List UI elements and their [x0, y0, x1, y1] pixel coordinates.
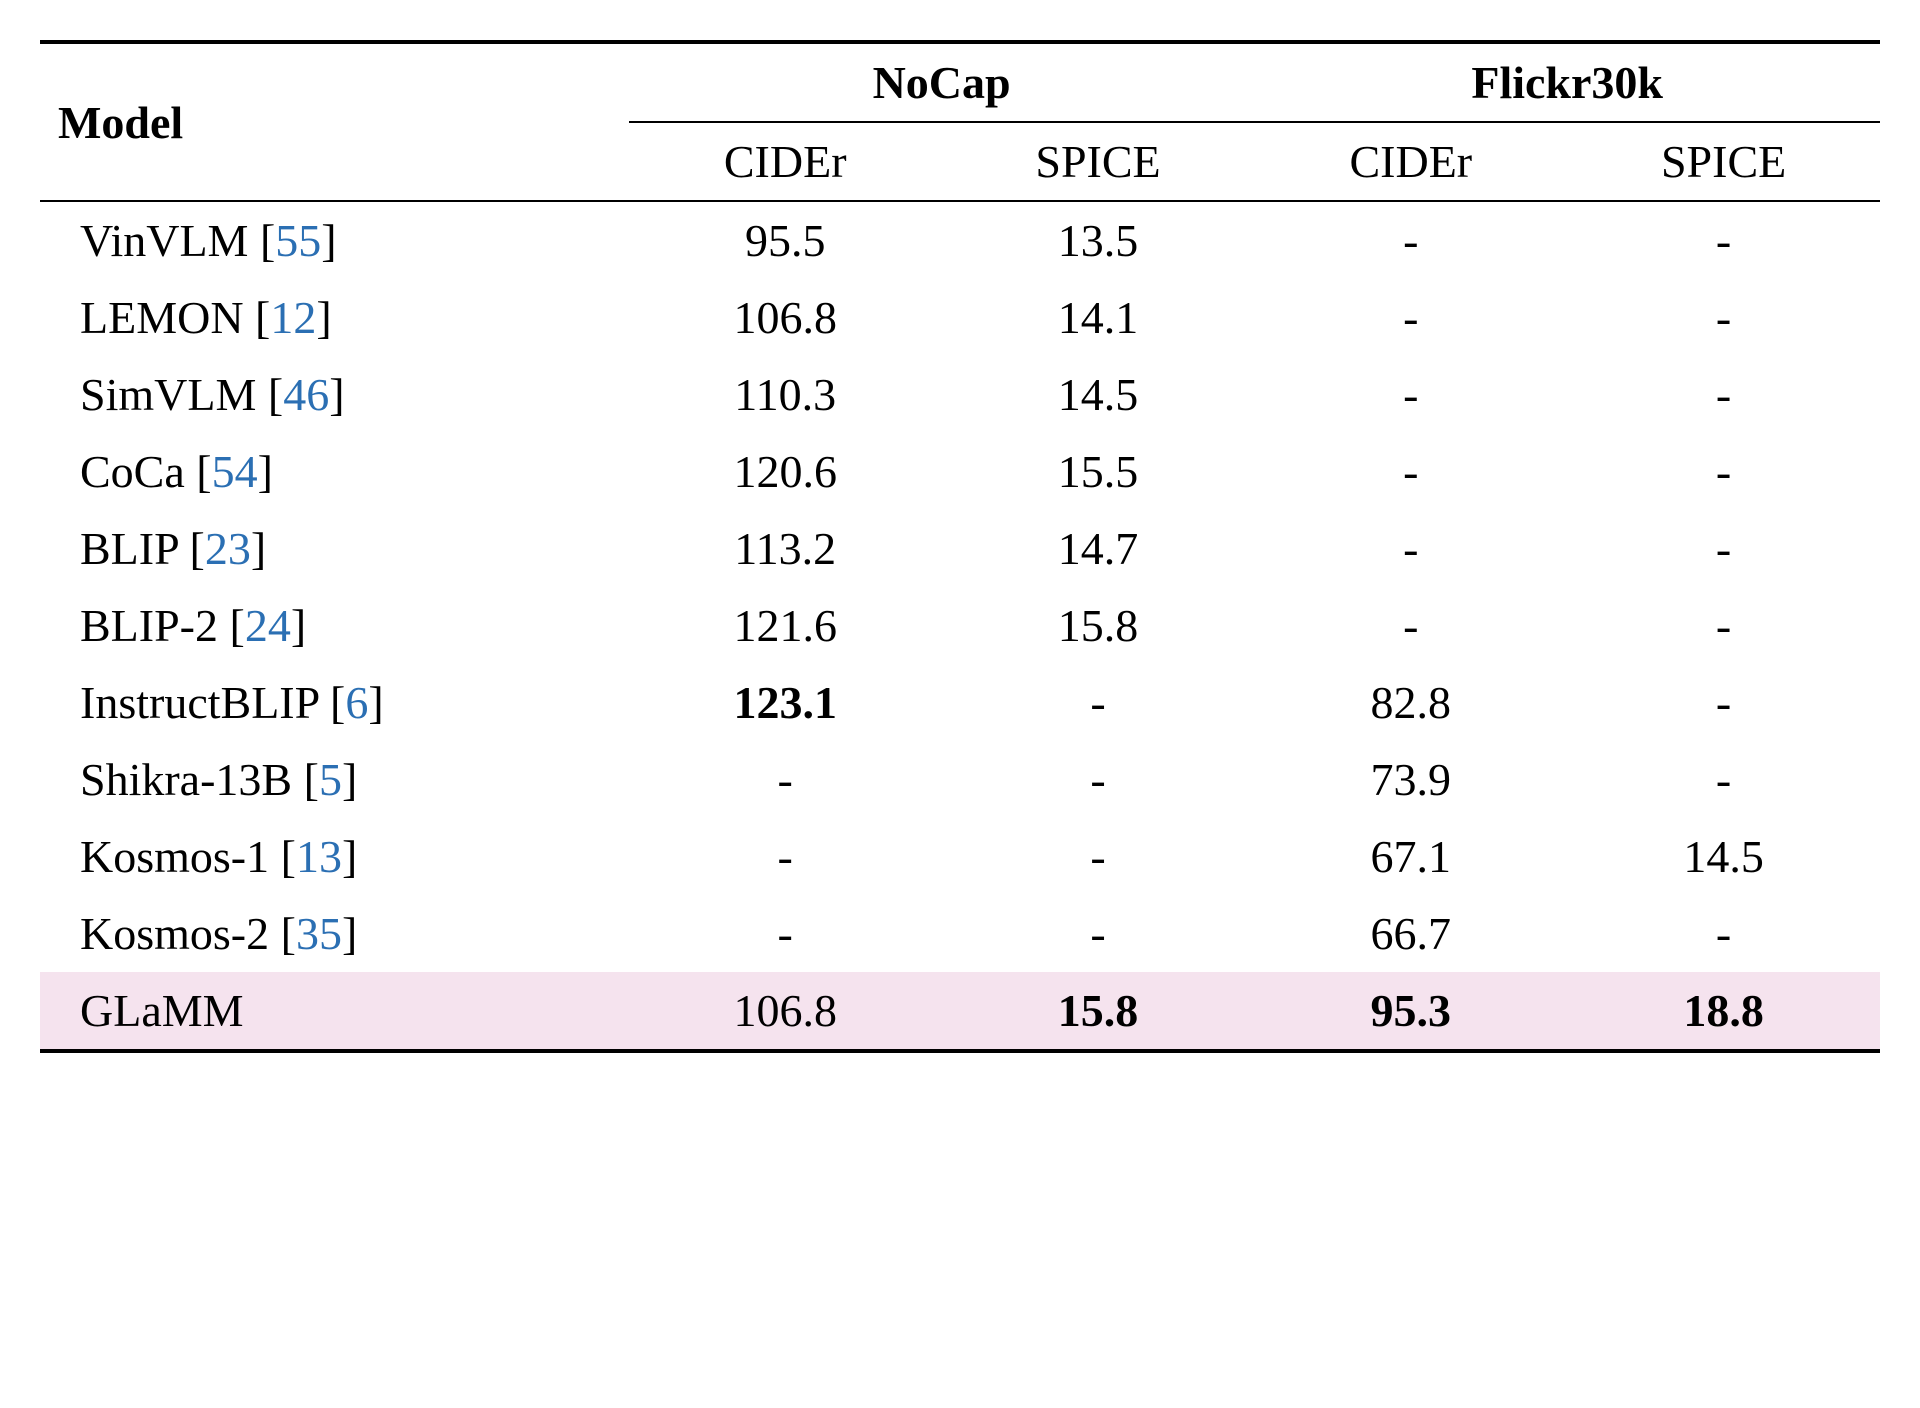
- citation-ref[interactable]: 55: [275, 215, 321, 266]
- metric-cell: 82.8: [1254, 664, 1567, 741]
- table-row: BLIP-2 [24]121.615.8--: [40, 587, 1880, 664]
- metric-cell: 120.6: [629, 433, 942, 510]
- table-body: VinVLM [55]95.513.5--LEMON [12]106.814.1…: [40, 201, 1880, 1051]
- model-name: Kosmos-2: [80, 908, 269, 959]
- metric-cell: -: [1567, 587, 1880, 664]
- model-name: LEMON: [80, 292, 244, 343]
- metric-cell: 15.8: [942, 587, 1255, 664]
- table-row: Kosmos-1 [13]--67.114.5: [40, 818, 1880, 895]
- metric-cell: 14.5: [942, 356, 1255, 433]
- table-row: VinVLM [55]95.513.5--: [40, 201, 1880, 279]
- model-cell: VinVLM [55]: [40, 201, 629, 279]
- model-name: InstructBLIP: [80, 677, 319, 728]
- metric-cell: 121.6: [629, 587, 942, 664]
- metric-cell: -: [1567, 279, 1880, 356]
- citation-ref[interactable]: 5: [319, 754, 342, 805]
- table: Model NoCap Flickr30k CIDEr SPICE CIDEr …: [40, 40, 1880, 1053]
- metric-cell: -: [629, 818, 942, 895]
- header-nocap-cider: CIDEr: [629, 122, 942, 201]
- table-row: BLIP [23]113.214.7--: [40, 510, 1880, 587]
- metric-cell: -: [942, 895, 1255, 972]
- table-row: GLaMM 106.815.895.318.8: [40, 972, 1880, 1051]
- metric-cell: 14.7: [942, 510, 1255, 587]
- metric-cell: -: [1567, 664, 1880, 741]
- metric-cell: 67.1: [1254, 818, 1567, 895]
- metric-cell: 18.8: [1567, 972, 1880, 1051]
- metric-cell: 73.9: [1254, 741, 1567, 818]
- metric-cell: 110.3: [629, 356, 942, 433]
- metric-cell: -: [1567, 356, 1880, 433]
- metric-cell: -: [1254, 433, 1567, 510]
- header-nocap-spice: SPICE: [942, 122, 1255, 201]
- metric-cell: 14.1: [942, 279, 1255, 356]
- metric-cell: -: [1254, 279, 1567, 356]
- table-row: Shikra-13B [5]--73.9-: [40, 741, 1880, 818]
- metric-cell: 106.8: [629, 279, 942, 356]
- model-name: BLIP-2: [80, 600, 218, 651]
- model-name: CoCa: [80, 446, 185, 497]
- metric-cell: 14.5: [1567, 818, 1880, 895]
- citation-ref[interactable]: 23: [205, 523, 251, 574]
- model-cell: BLIP-2 [24]: [40, 587, 629, 664]
- model-cell: CoCa [54]: [40, 433, 629, 510]
- model-name: Shikra-13B: [80, 754, 292, 805]
- metric-cell: -: [1567, 895, 1880, 972]
- header-flickr-cider: CIDEr: [1254, 122, 1567, 201]
- metric-cell: 123.1: [629, 664, 942, 741]
- model-cell: LEMON [12]: [40, 279, 629, 356]
- metric-cell: -: [1567, 201, 1880, 279]
- model-cell: Shikra-13B [5]: [40, 741, 629, 818]
- model-name: Kosmos-1: [80, 831, 269, 882]
- model-name: SimVLM: [80, 369, 256, 420]
- metric-cell: -: [1567, 741, 1880, 818]
- header-group-flickr: Flickr30k: [1254, 42, 1880, 122]
- metric-cell: -: [942, 741, 1255, 818]
- metric-cell: -: [1254, 510, 1567, 587]
- metric-cell: -: [629, 895, 942, 972]
- metric-cell: 113.2: [629, 510, 942, 587]
- header-row-1: Model NoCap Flickr30k: [40, 42, 1880, 122]
- metric-cell: -: [942, 818, 1255, 895]
- metric-cell: -: [1567, 510, 1880, 587]
- citation-ref[interactable]: 12: [270, 292, 316, 343]
- model-cell: Kosmos-2 [35]: [40, 895, 629, 972]
- model-cell: Kosmos-1 [13]: [40, 818, 629, 895]
- metric-cell: -: [1254, 356, 1567, 433]
- metric-cell: -: [1254, 201, 1567, 279]
- model-name: VinVLM: [80, 215, 248, 266]
- metric-cell: 15.5: [942, 433, 1255, 510]
- table-head: Model NoCap Flickr30k CIDEr SPICE CIDEr …: [40, 42, 1880, 201]
- metric-cell: -: [629, 741, 942, 818]
- model-name: GLaMM: [80, 985, 244, 1036]
- metric-cell: 13.5: [942, 201, 1255, 279]
- metric-cell: 95.3: [1254, 972, 1567, 1051]
- comparison-table: Model NoCap Flickr30k CIDEr SPICE CIDEr …: [40, 40, 1880, 1053]
- table-row: LEMON [12]106.814.1--: [40, 279, 1880, 356]
- citation-ref[interactable]: 46: [283, 369, 329, 420]
- metric-cell: 106.8: [629, 972, 942, 1051]
- model-cell: BLIP [23]: [40, 510, 629, 587]
- metric-cell: -: [942, 664, 1255, 741]
- metric-cell: 15.8: [942, 972, 1255, 1051]
- header-flickr-spice: SPICE: [1567, 122, 1880, 201]
- table-row: InstructBLIP [6]123.1-82.8-: [40, 664, 1880, 741]
- metric-cell: 95.5: [629, 201, 942, 279]
- metric-cell: 66.7: [1254, 895, 1567, 972]
- model-name: BLIP: [80, 523, 178, 574]
- citation-ref[interactable]: 13: [296, 831, 342, 882]
- metric-cell: -: [1567, 433, 1880, 510]
- citation-ref[interactable]: 6: [345, 677, 368, 728]
- table-row: CoCa [54]120.615.5--: [40, 433, 1880, 510]
- metric-cell: -: [1254, 587, 1567, 664]
- header-group-nocap: NoCap: [629, 42, 1255, 122]
- model-cell: InstructBLIP [6]: [40, 664, 629, 741]
- citation-ref[interactable]: 24: [245, 600, 291, 651]
- table-row: SimVLM [46]110.314.5--: [40, 356, 1880, 433]
- table-row: Kosmos-2 [35]--66.7-: [40, 895, 1880, 972]
- model-cell: GLaMM: [40, 972, 629, 1051]
- citation-ref[interactable]: 54: [212, 446, 258, 497]
- header-model: Model: [40, 42, 629, 201]
- model-cell: SimVLM [46]: [40, 356, 629, 433]
- citation-ref[interactable]: 35: [296, 908, 342, 959]
